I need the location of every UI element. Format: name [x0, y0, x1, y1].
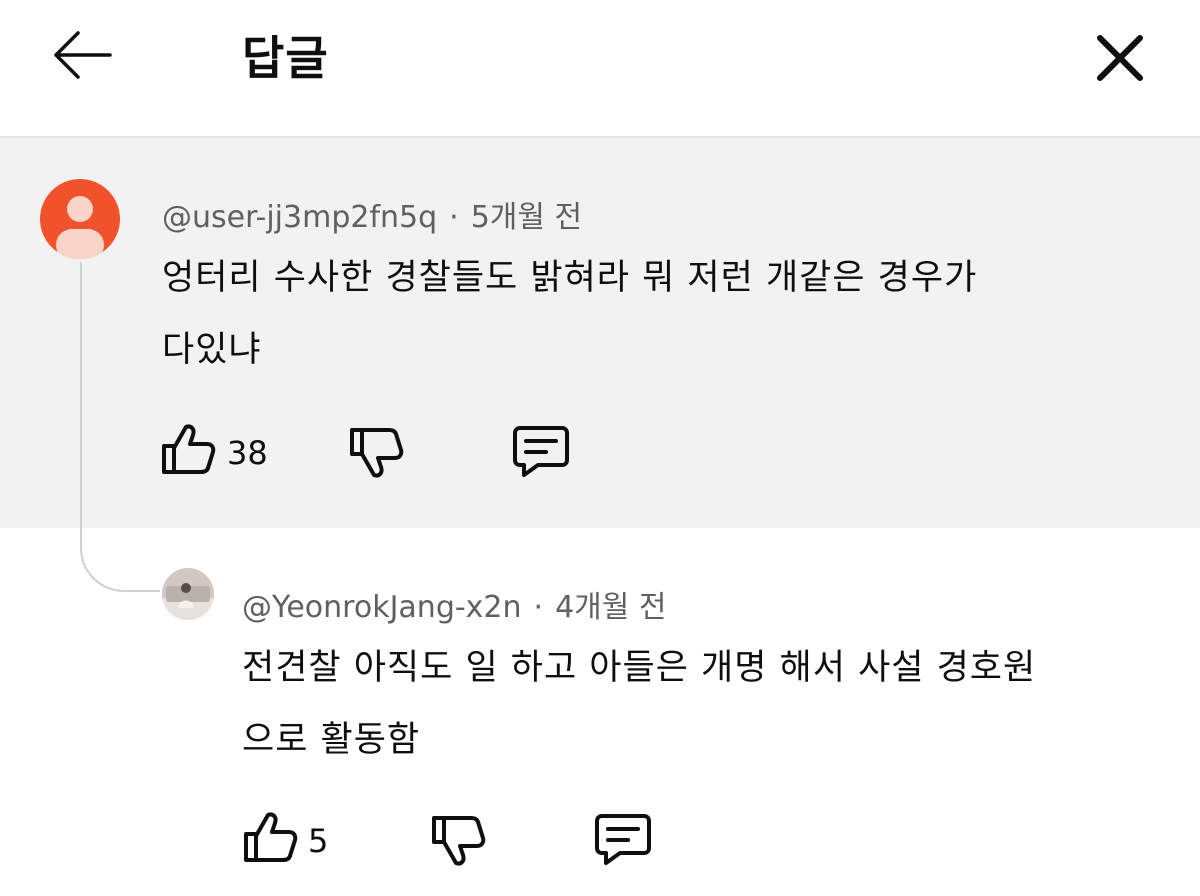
close-icon: [1097, 35, 1143, 81]
reply-button[interactable]: [594, 812, 652, 868]
comment-meta: @YeonrokJang-x2n · 4개월 전: [242, 582, 667, 626]
thread-connector-line: [80, 262, 160, 592]
comment-author[interactable]: @YeonrokJang-x2n: [242, 590, 522, 625]
user-photo-icon: [162, 568, 214, 620]
dislike-button[interactable]: [430, 812, 486, 868]
thumbs-down-icon: [350, 428, 404, 478]
comment-meta: @user-jj3mp2fn5q · 5개월 전: [162, 192, 582, 236]
comment-time: 4개월 전: [555, 590, 667, 625]
comment-text-line: 으로 활동함: [242, 720, 421, 760]
comment-author[interactable]: @user-jj3mp2fn5q: [162, 200, 437, 235]
avatar[interactable]: [162, 568, 214, 620]
like-count: 5: [308, 822, 329, 860]
thumbs-down-icon: [432, 816, 486, 866]
meta-separator: ·: [449, 200, 459, 235]
comment-text: 전견찰 아직도 일 하고 아들은 개명 해서 사설 경호원 으로 활동함: [242, 632, 1036, 776]
comment-time: 5개월 전: [470, 200, 583, 235]
close-button[interactable]: [1090, 28, 1150, 88]
thumbs-up-icon: [244, 812, 298, 862]
comment-text-line: 다있냐: [162, 330, 262, 370]
comment-text-line: 전견찰 아직도 일 하고 아들은 개명 해서 사설 경호원: [242, 648, 1037, 688]
avatar[interactable]: [40, 179, 120, 259]
like-button[interactable]: [242, 810, 298, 866]
thumbs-up-icon: [162, 424, 216, 474]
back-button[interactable]: [48, 26, 114, 84]
comment-icon: [595, 814, 651, 865]
like-count: 38: [227, 434, 268, 472]
comment-text: 엉터리 수사한 경찰들도 밝혀라 뭐 저런 개같은 경우가 다있냐: [162, 242, 977, 386]
header-bar: 답글: [0, 0, 1200, 138]
arrow-left-icon: [54, 31, 112, 79]
meta-separator: ·: [533, 590, 544, 625]
reply-button[interactable]: [512, 424, 570, 480]
like-button[interactable]: [160, 422, 216, 478]
default-user-icon: [56, 196, 104, 259]
dislike-button[interactable]: [348, 424, 404, 480]
comment-text-line: 엉터리 수사한 경찰들도 밝혀라 뭐 저런 개같은 경우가: [162, 258, 978, 298]
page-title: 답글: [242, 31, 329, 85]
comment-icon: [513, 426, 569, 477]
